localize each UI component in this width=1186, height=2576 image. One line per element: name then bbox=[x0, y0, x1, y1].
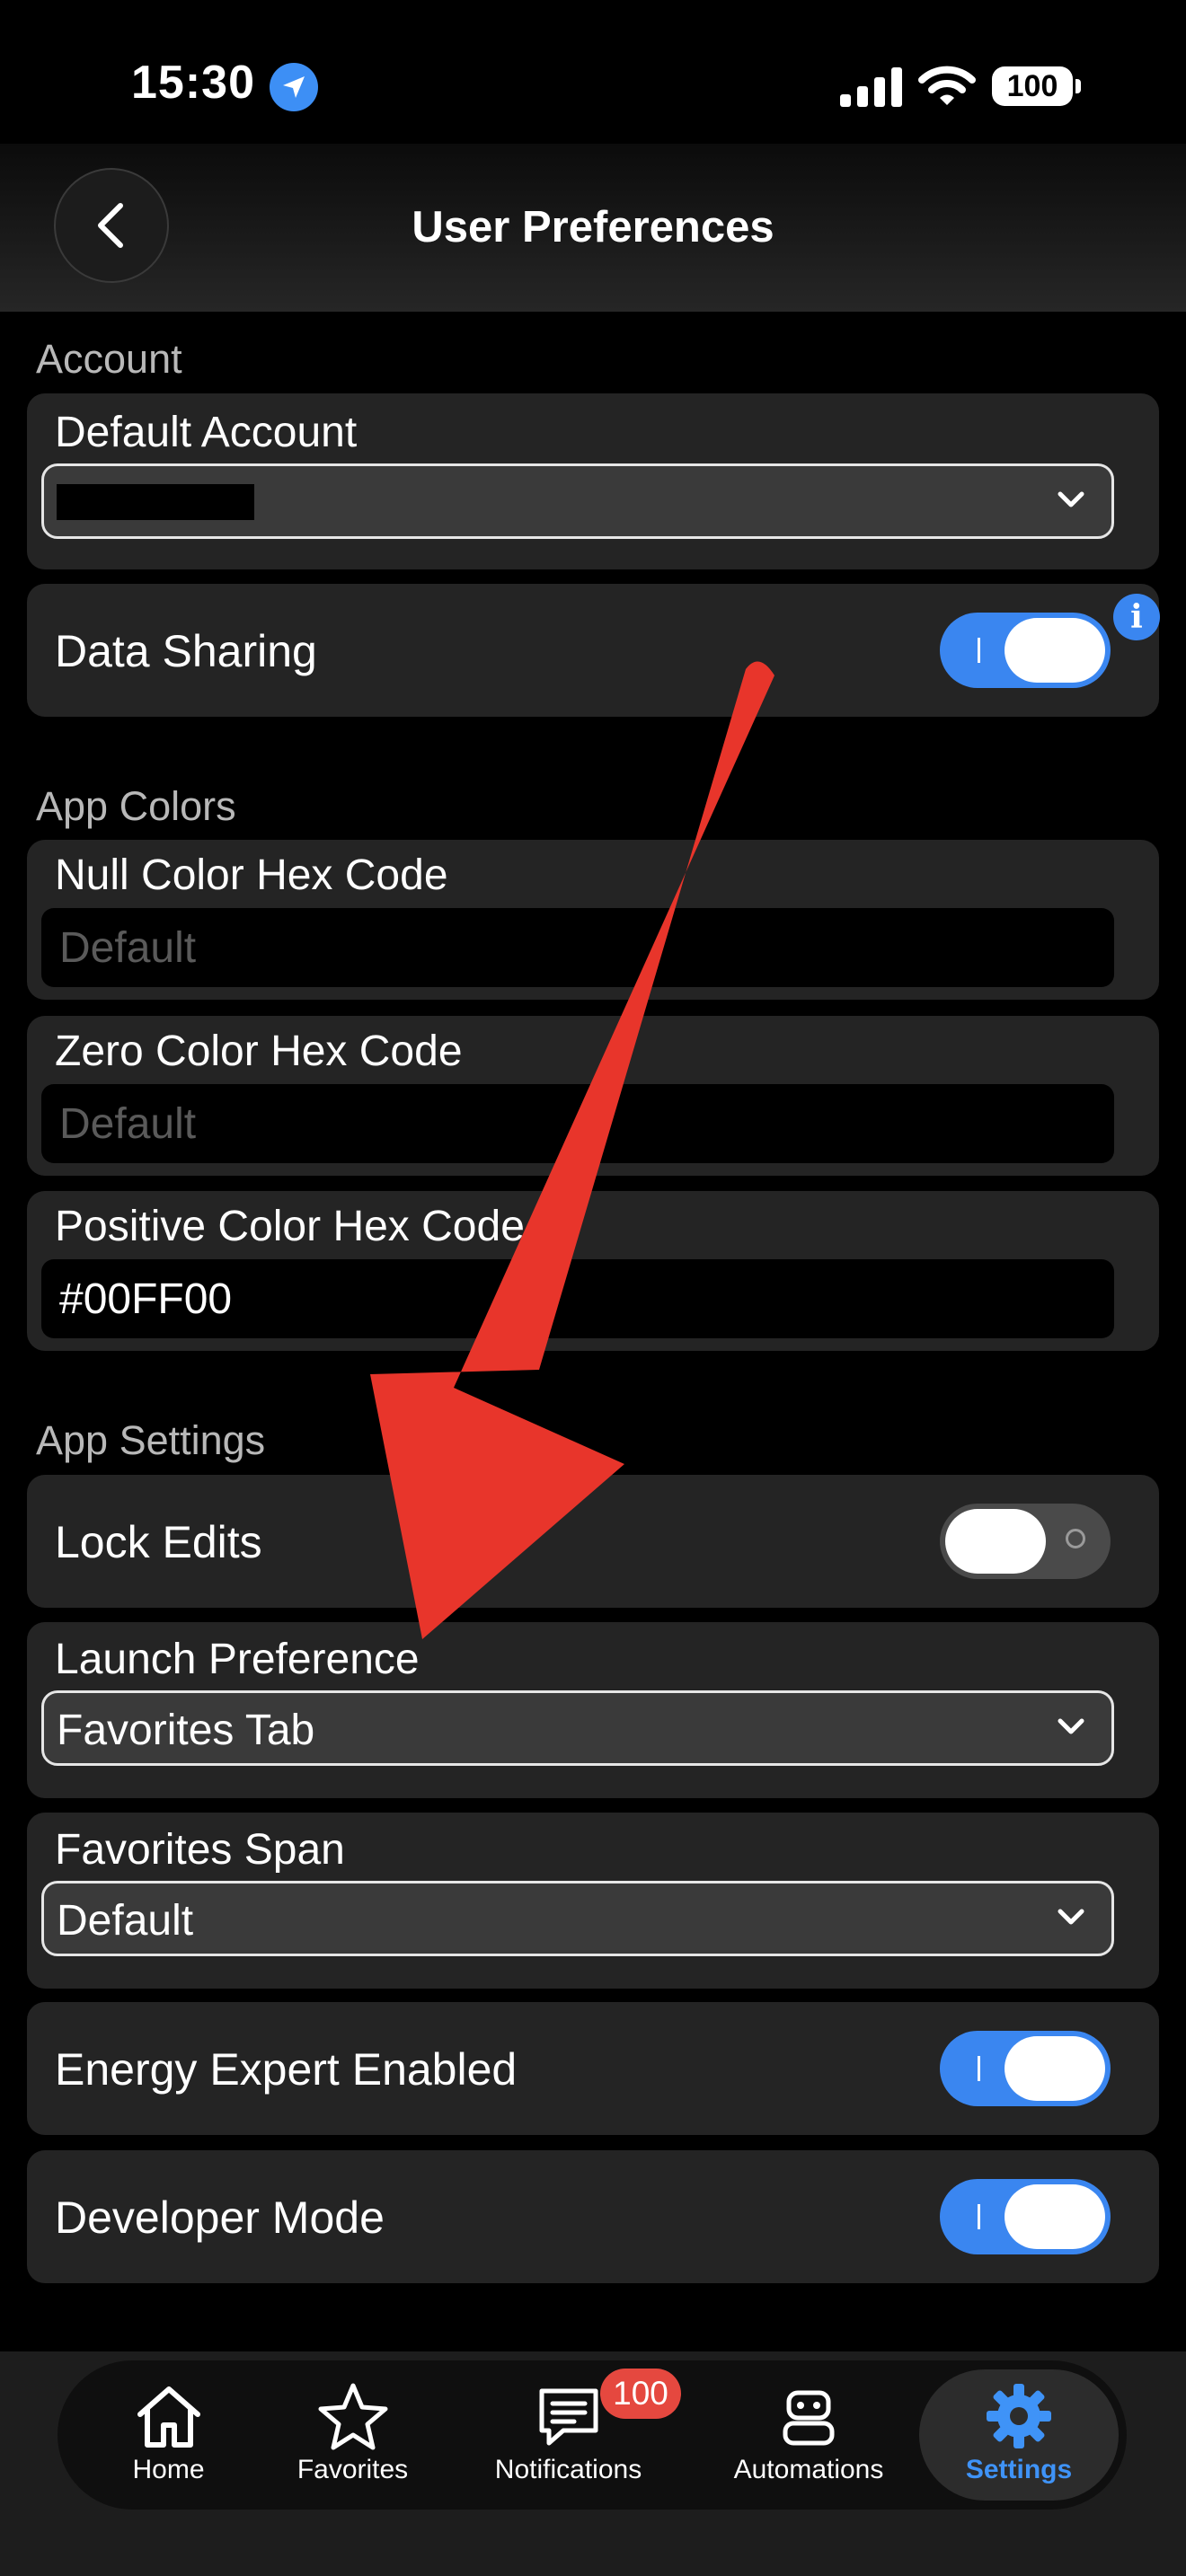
page-title: User Preferences bbox=[412, 203, 774, 251]
toggle-on-mark bbox=[978, 2056, 980, 2081]
positive-color-input-wrap bbox=[41, 1259, 1114, 1338]
signal-icon bbox=[840, 67, 902, 107]
launch-preference-value: Favorites Tab bbox=[57, 1707, 315, 1754]
positive-color-label: Positive Color Hex Code bbox=[55, 1203, 525, 1250]
launch-preference-select[interactable]: Favorites Tab bbox=[41, 1690, 1114, 1766]
section-header-app-settings: App Settings bbox=[36, 1417, 266, 1463]
info-icon[interactable]: i bbox=[1113, 594, 1160, 640]
nav-bar: User Preferences bbox=[0, 144, 1186, 312]
home-icon bbox=[137, 2386, 200, 2448]
launch-preference-label: Launch Preference bbox=[55, 1636, 420, 1683]
toggle-off-mark bbox=[1066, 1529, 1085, 1548]
default-account-label: Default Account bbox=[55, 409, 358, 456]
developer-mode-row: Developer Mode bbox=[27, 2150, 1159, 2283]
toggle-knob bbox=[1005, 618, 1105, 683]
section-header-app-colors: App Colors bbox=[36, 783, 236, 829]
wifi-icon bbox=[918, 66, 976, 105]
zero-color-label: Zero Color Hex Code bbox=[55, 1028, 463, 1075]
data-sharing-label: Data Sharing bbox=[55, 626, 317, 676]
favorites-span-card: Favorites Span Default bbox=[27, 1813, 1159, 1989]
section-header-account: Account bbox=[36, 336, 182, 382]
null-color-input-wrap bbox=[41, 908, 1114, 987]
positive-color-card: Positive Color Hex Code bbox=[27, 1191, 1159, 1351]
developer-mode-toggle[interactable] bbox=[940, 2179, 1111, 2254]
tab-home-label: Home bbox=[132, 2455, 205, 2484]
robot-icon bbox=[783, 2390, 835, 2446]
tab-automations-label: Automations bbox=[733, 2455, 884, 2484]
toggle-knob bbox=[1005, 2184, 1105, 2249]
positive-color-input[interactable] bbox=[41, 1259, 1114, 1338]
chevron-down-icon bbox=[1058, 1718, 1084, 1734]
battery-icon: 100 bbox=[992, 66, 1073, 106]
location-icon bbox=[270, 63, 318, 111]
developer-mode-label: Developer Mode bbox=[55, 2192, 385, 2243]
favorites-span-select[interactable]: Default bbox=[41, 1881, 1114, 1956]
toggle-on-mark bbox=[978, 638, 980, 663]
null-color-card: Null Color Hex Code bbox=[27, 840, 1159, 1000]
redacted-value bbox=[57, 484, 254, 520]
toggle-knob bbox=[1005, 2036, 1105, 2101]
gear-icon bbox=[987, 2384, 1051, 2448]
toggle-knob bbox=[945, 1509, 1046, 1574]
notification-badge: 100 bbox=[600, 2369, 681, 2419]
toggle-on-mark bbox=[978, 2204, 980, 2229]
chevron-down-icon bbox=[1058, 1909, 1084, 1925]
energy-expert-label: Energy Expert Enabled bbox=[55, 2044, 518, 2095]
chat-bubble-icon bbox=[539, 2388, 597, 2446]
tab-favorites-label: Favorites bbox=[296, 2455, 409, 2484]
zero-color-card: Zero Color Hex Code bbox=[27, 1016, 1159, 1176]
launch-preference-card: Launch Preference Favorites Tab bbox=[27, 1622, 1159, 1798]
tab-home[interactable]: Home bbox=[90, 2369, 247, 2501]
lock-edits-toggle[interactable] bbox=[940, 1504, 1111, 1579]
null-color-input[interactable] bbox=[41, 908, 1114, 987]
data-sharing-row: Data Sharing bbox=[27, 584, 1159, 717]
null-color-label: Null Color Hex Code bbox=[55, 851, 448, 899]
default-account-select[interactable] bbox=[41, 463, 1114, 539]
star-icon bbox=[318, 2383, 387, 2450]
lock-edits-label: Lock Edits bbox=[55, 1517, 262, 1567]
favorites-span-label: Favorites Span bbox=[55, 1826, 345, 1874]
zero-color-input[interactable] bbox=[41, 1084, 1114, 1163]
tab-favorites[interactable]: Favorites bbox=[274, 2369, 431, 2501]
tab-settings-label: Settings bbox=[965, 2455, 1073, 2484]
data-sharing-toggle[interactable] bbox=[940, 613, 1111, 688]
default-account-card: Default Account bbox=[27, 393, 1159, 569]
energy-expert-toggle[interactable] bbox=[940, 2031, 1111, 2106]
zero-color-input-wrap bbox=[41, 1084, 1114, 1163]
tab-settings[interactable]: Settings bbox=[919, 2369, 1119, 2501]
status-time: 15:30 bbox=[131, 57, 255, 109]
tab-notifications-label: Notifications bbox=[494, 2455, 642, 2484]
battery-cap bbox=[1075, 79, 1081, 93]
favorites-span-value: Default bbox=[57, 1897, 194, 1945]
lock-edits-row: Lock Edits bbox=[27, 1475, 1159, 1608]
chevron-down-icon bbox=[1058, 491, 1084, 507]
energy-expert-row: Energy Expert Enabled bbox=[27, 2002, 1159, 2135]
tab-automations[interactable]: Automations bbox=[710, 2369, 907, 2501]
